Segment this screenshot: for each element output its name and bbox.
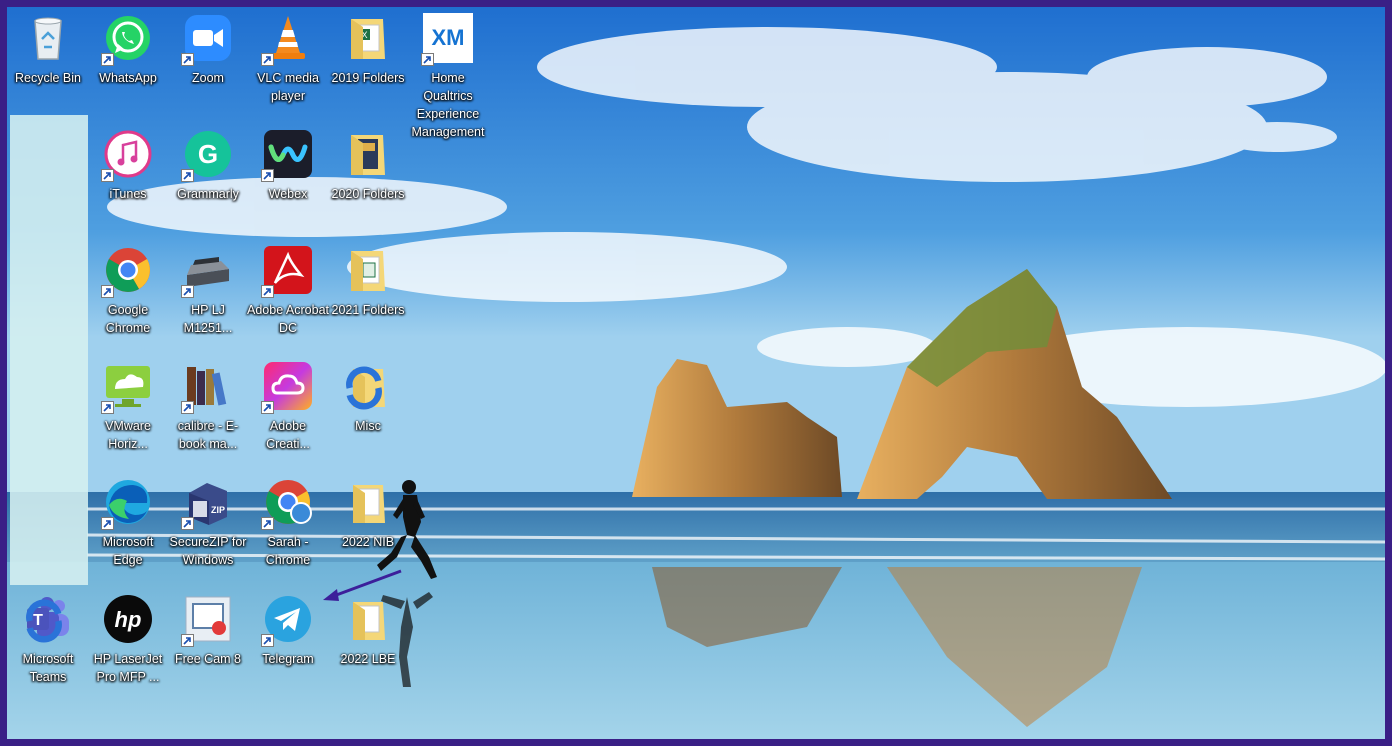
shortcut-arrow-icon bbox=[101, 285, 114, 298]
icon-label: Adobe Creati... bbox=[266, 419, 310, 451]
shortcut-arrow-icon bbox=[181, 285, 194, 298]
svg-text:XM: XM bbox=[432, 25, 465, 50]
shortcut-arrow-icon bbox=[261, 517, 274, 530]
adobe-cc-icon-tile[interactable]: Adobe Creati... bbox=[248, 361, 328, 453]
folders-2019-icon-tile[interactable]: X 2019 Folders bbox=[328, 13, 408, 87]
shortcut-arrow-icon bbox=[101, 53, 114, 66]
teams-icon-tile[interactable]: T Microsoft Teams bbox=[8, 594, 88, 686]
icon-label: Home Qualtrics Experience Management bbox=[411, 71, 485, 139]
icon-label: 2019 Folders bbox=[331, 71, 405, 85]
sync-status-icon bbox=[346, 366, 382, 410]
icon-label: HP LaserJet Pro MFP ... bbox=[93, 652, 163, 684]
shortcut-arrow-icon bbox=[421, 53, 434, 66]
shortcut-arrow-icon bbox=[101, 517, 114, 530]
hp-laserjet-icon-tile[interactable]: hp HP LaserJet Pro MFP ... bbox=[88, 594, 168, 686]
icon-label: SecureZIP for Windows bbox=[169, 535, 247, 567]
webex-icon-tile[interactable]: Webex bbox=[248, 129, 328, 203]
svg-text:hp: hp bbox=[115, 607, 142, 632]
shortcut-arrow-icon bbox=[261, 285, 274, 298]
icon-label: Misc bbox=[355, 419, 381, 433]
shortcut-arrow-icon bbox=[181, 401, 194, 414]
icon-label: Microsoft Edge bbox=[102, 535, 154, 567]
whatsapp-icon-tile[interactable]: WhatsApp bbox=[88, 13, 168, 87]
telegram-icon-tile[interactable]: Telegram bbox=[248, 594, 328, 668]
icon-label: Webex bbox=[268, 187, 308, 201]
svg-text:ZIP: ZIP bbox=[211, 505, 225, 515]
edge-icon-tile[interactable]: Microsoft Edge bbox=[88, 477, 168, 569]
icon-label: Sarah - Chrome bbox=[265, 535, 311, 567]
icon-label: Free Cam 8 bbox=[175, 652, 241, 666]
icon-label: WhatsApp bbox=[99, 71, 157, 85]
icon-label: Recycle Bin bbox=[15, 71, 81, 85]
icon-label: VLC media player bbox=[257, 71, 319, 103]
shortcut-arrow-icon bbox=[261, 634, 274, 647]
annotation-arrow bbox=[323, 569, 402, 601]
icon-label: 2020 Folders bbox=[331, 187, 405, 201]
shortcut-arrow-icon bbox=[261, 53, 274, 66]
sarah-chrome-icon-tile[interactable]: Sarah - Chrome bbox=[248, 477, 328, 569]
icon-label: 2021 Folders bbox=[331, 303, 405, 317]
screenshot-frame: Recycle Bin WhatsApp Zoom VLC media play… bbox=[0, 0, 1392, 746]
misc-icon-tile[interactable]: Misc bbox=[328, 361, 408, 435]
icon-label: Google Chrome bbox=[105, 303, 151, 335]
securezip-icon-tile[interactable]: ZIP SecureZIP for Windows bbox=[168, 477, 248, 569]
shortcut-arrow-icon bbox=[261, 169, 274, 182]
free-cam-icon-tile[interactable]: Free Cam 8 bbox=[168, 594, 248, 668]
grammarly-icon-tile[interactable]: G Grammarly bbox=[168, 129, 248, 203]
hp-logo-icon: hp bbox=[104, 595, 152, 643]
shortcut-arrow-icon bbox=[181, 53, 194, 66]
svg-text:G: G bbox=[198, 139, 218, 169]
folder-icon bbox=[351, 135, 385, 175]
folders-2020-icon-tile[interactable]: 2020 Folders bbox=[328, 129, 408, 203]
folder-excel-icon bbox=[351, 251, 385, 291]
vlc-icon-tile[interactable]: VLC media player bbox=[248, 13, 328, 105]
icon-label: Grammarly bbox=[177, 187, 239, 201]
icon-label: iTunes bbox=[109, 187, 147, 201]
folders-2021-icon-tile[interactable]: 2021 Folders bbox=[328, 245, 408, 319]
acrobat-icon-tile[interactable]: Adobe Acrobat DC bbox=[247, 245, 330, 337]
itunes-icon-tile[interactable]: iTunes bbox=[88, 129, 168, 203]
icon-label: HP LJ M1251... bbox=[183, 303, 233, 335]
vmware-icon-tile[interactable]: VMware Horiz... bbox=[88, 361, 168, 453]
icon-label: VMware Horiz... bbox=[105, 419, 151, 451]
shortcut-arrow-icon bbox=[101, 169, 114, 182]
icon-label: Telegram bbox=[262, 652, 314, 666]
icon-label: calibre - E-book ma... bbox=[177, 419, 239, 451]
chrome-icon-tile[interactable]: Google Chrome bbox=[88, 245, 168, 337]
icon-label: Adobe Acrobat DC bbox=[247, 303, 330, 335]
recycle-bin-icon bbox=[34, 17, 62, 60]
icon-label: Zoom bbox=[192, 71, 224, 85]
recycle-bin-icon-tile[interactable]: Recycle Bin bbox=[8, 13, 88, 87]
selection-highlight bbox=[10, 115, 88, 585]
qualtrics-icon-tile[interactable]: XM Home Qualtrics Experience Management bbox=[408, 13, 488, 141]
sync-status-icon bbox=[26, 599, 62, 643]
hp-lj-icon-tile[interactable]: HP LJ M1251... bbox=[168, 245, 248, 337]
shortcut-arrow-icon bbox=[181, 169, 194, 182]
shortcut-arrow-icon bbox=[101, 401, 114, 414]
shortcut-arrow-icon bbox=[181, 634, 194, 647]
shortcut-arrow-icon bbox=[261, 401, 274, 414]
icon-label: Microsoft Teams bbox=[22, 652, 74, 684]
shortcut-arrow-icon bbox=[181, 517, 194, 530]
folder-excel-icon: X bbox=[351, 19, 385, 59]
zoom-icon-tile[interactable]: Zoom bbox=[168, 13, 248, 87]
calibre-icon-tile[interactable]: calibre - E-book ma... bbox=[168, 361, 248, 453]
